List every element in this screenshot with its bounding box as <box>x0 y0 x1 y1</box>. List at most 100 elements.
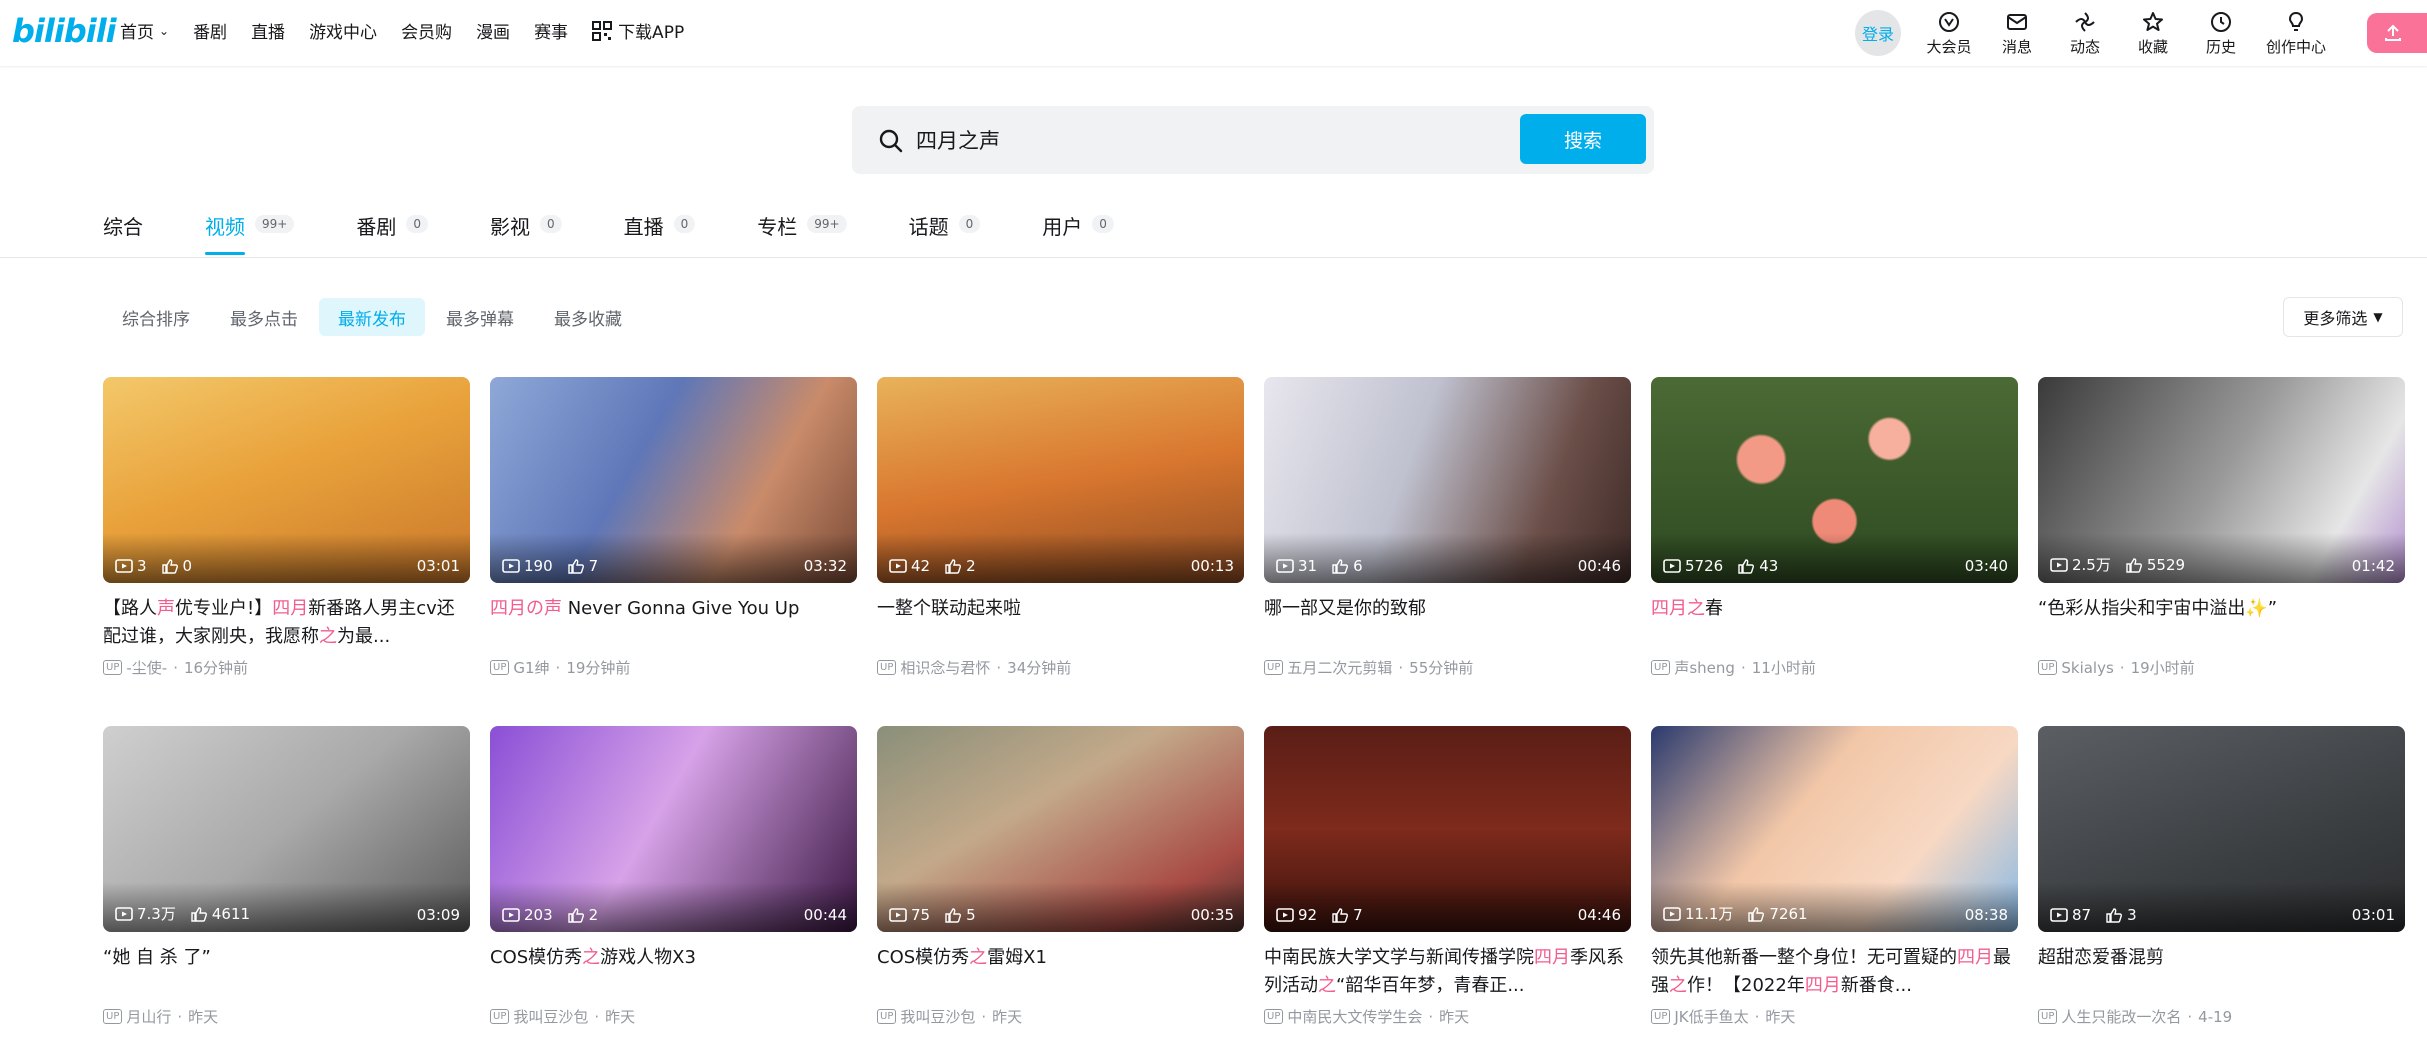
uploader-name[interactable]: Skialys <box>2061 659 2113 677</box>
nav-item-1[interactable]: 番剧 <box>193 18 227 43</box>
video-card[interactable]: 203 2 00:44 COS模仿秀之游戏人物X3 UP 我叫豆沙包 · 昨天 <box>490 726 857 1029</box>
video-title[interactable]: COS模仿秀之游戏人物X3 <box>490 944 857 1000</box>
tab-2[interactable]: 番剧 0 <box>356 205 428 255</box>
video-card[interactable]: 7.3万 4611 03:09 “她 自 杀 了” UP 月山行 · 昨天 <box>103 726 470 1029</box>
video-card[interactable]: 87 3 03:01 超甜恋爱番混剪 UP 人生只能改一次名 · 4-19 <box>2038 726 2405 1029</box>
tab-7[interactable]: 用户 0 <box>1042 205 1114 255</box>
nav-bulb[interactable]: 创作中心 <box>2255 10 2337 57</box>
upload-button[interactable] <box>2367 13 2427 53</box>
video-card[interactable]: 11.1万 7261 08:38 领先其他新番一整个身位！无可置疑的四月最强之作！【2… <box>1651 726 2018 1029</box>
keyword-highlight: 四月の声 <box>490 598 562 619</box>
tab-5[interactable]: 专栏 99+ <box>757 205 847 255</box>
like-count-value: 0 <box>182 557 193 575</box>
play-icon <box>502 908 520 922</box>
uploader-name[interactable]: 我叫豆沙包 <box>900 1006 975 1027</box>
up-badge-icon: UP <box>1651 1009 1671 1024</box>
uploader-name[interactable]: 月山行 <box>126 1006 171 1027</box>
nav-item-7[interactable]: 下载APP <box>592 18 684 43</box>
video-thumbnail[interactable]: 190 7 03:32 <box>490 377 857 583</box>
video-meta: UP 声sheng · 11小时前 <box>1651 657 2018 678</box>
uploader-name[interactable]: JK低手鱼太 <box>1674 1006 1748 1027</box>
video-thumbnail[interactable]: 5726 43 03:40 <box>1651 377 2018 583</box>
video-thumbnail[interactable]: 7.3万 4611 03:09 <box>103 726 470 932</box>
video-thumbnail[interactable]: 2.5万 5529 01:42 <box>2038 377 2405 583</box>
play-icon <box>1276 908 1294 922</box>
clock-icon <box>2211 11 2231 32</box>
nav-item-2[interactable]: 直播 <box>251 18 285 43</box>
sort-option-2[interactable]: 最新发布 <box>319 298 425 336</box>
search-input[interactable] <box>916 120 1416 160</box>
video-thumbnail[interactable]: 87 3 03:01 <box>2038 726 2405 932</box>
video-title[interactable]: COS模仿秀之雷姆X1 <box>877 944 1244 1000</box>
uploader-name[interactable]: -尘使- <box>126 657 167 678</box>
keyword-highlight: 之 <box>582 947 601 968</box>
video-title[interactable]: 四月之春 <box>1651 595 2018 651</box>
tab-6[interactable]: 话题 0 <box>909 205 981 255</box>
nav-star[interactable]: 收藏 <box>2119 10 2187 57</box>
tab-0[interactable]: 综合 <box>103 205 143 255</box>
video-card[interactable]: 2.5万 5529 01:42 “色彩从指尖和宇宙中溢出✨” UP Skialys · 19小… <box>2038 377 2405 680</box>
video-title[interactable]: 中南民族大学文学与新闻传播学院四月季风系列活动之“韶华百年梦，青春正... <box>1264 944 1631 1000</box>
video-card[interactable]: 3 0 03:01 【路人声优专业户!】四月新番路人男主cv还配过谁，大家刚央，我愿称… <box>103 377 470 680</box>
nav-item-5[interactable]: 漫画 <box>476 18 510 43</box>
video-card[interactable]: 31 6 00:46 哪一部又是你的致郁 UP 五月二次元剪辑 · 55分钟前 <box>1264 377 1631 680</box>
nav-item-0[interactable]: 首页 ⌄ <box>120 18 169 43</box>
uploader-name[interactable]: 五月二次元剪辑 <box>1287 657 1392 678</box>
nav-mail[interactable]: 消息 <box>1983 10 2051 57</box>
nav-item-6[interactable]: 赛事 <box>534 18 568 43</box>
nav-clock[interactable]: 历史 <box>2187 10 2255 57</box>
video-title[interactable]: 领先其他新番一整个身位！无可置疑的四月最强之作！【2022年四月新番食... <box>1651 944 2018 1000</box>
sort-option-0[interactable]: 综合排序 <box>103 298 209 336</box>
separator-dot: · <box>2119 658 2125 677</box>
uploader-name[interactable]: 相识念与君怀 <box>900 657 990 678</box>
video-title[interactable]: 四月の声 Never Gonna Give You Up <box>490 595 857 651</box>
video-thumbnail[interactable]: 75 5 00:35 <box>877 726 1244 932</box>
video-card[interactable]: 190 7 03:32 四月の声 Never Gonna Give You Up UP G… <box>490 377 857 680</box>
video-title[interactable]: 超甜恋爱番混剪 <box>2038 944 2405 1000</box>
sort-option-4[interactable]: 最多收藏 <box>535 298 641 336</box>
video-title[interactable]: “色彩从指尖和宇宙中溢出✨” <box>2038 595 2405 651</box>
uploader-name[interactable]: 我叫豆沙包 <box>513 1006 588 1027</box>
nav-item-3[interactable]: 游戏中心 <box>309 18 377 43</box>
nav-dynamic[interactable]: 动态 <box>2051 10 2119 57</box>
video-thumbnail[interactable]: 42 2 00:13 <box>877 377 1244 583</box>
video-card[interactable]: 42 2 00:13 一整个联动起来啦 UP 相识念与君怀 · 34分钟前 <box>877 377 1244 680</box>
video-thumbnail[interactable]: 31 6 00:46 <box>1264 377 1631 583</box>
video-duration: 03:40 <box>1964 557 2008 575</box>
play-icon <box>502 559 520 573</box>
uploader-name[interactable]: 人生只能改一次名 <box>2061 1006 2181 1027</box>
video-title[interactable]: “她 自 杀 了” <box>103 944 470 1000</box>
tab-1[interactable]: 视频 99+ <box>205 205 295 255</box>
video-stats: 2.5万 5529 <box>2050 554 2199 575</box>
search-button[interactable]: 搜索 <box>1520 114 1646 164</box>
view-count-value: 190 <box>524 557 553 575</box>
video-thumbnail[interactable]: 11.1万 7261 08:38 <box>1651 726 2018 932</box>
bilibili-logo[interactable]: bilibili <box>12 12 117 50</box>
tab-count-badge: 0 <box>673 215 696 233</box>
uploader-name[interactable]: 声sheng <box>1674 657 1735 678</box>
uploader-name[interactable]: G1绅 <box>513 657 549 678</box>
video-title[interactable]: 哪一部又是你的致郁 <box>1264 595 1631 651</box>
video-card[interactable]: 92 7 04:46 中南民族大学文学与新闻传播学院四月季风系列活动之“韶华百年梦，青… <box>1264 726 1631 1029</box>
video-card[interactable]: 5726 43 03:40 四月之春 UP 声sheng · 11小时前 <box>1651 377 2018 680</box>
publish-time: 34分钟前 <box>1007 659 1072 677</box>
nav-item-4[interactable]: 会员购 <box>401 18 452 43</box>
separator-dot: · <box>173 658 178 677</box>
video-card[interactable]: 75 5 00:35 COS模仿秀之雷姆X1 UP 我叫豆沙包 · 昨天 <box>877 726 1244 1029</box>
video-meta: UP JK低手鱼太 · 昨天 <box>1651 1006 2018 1027</box>
sort-option-1[interactable]: 最多点击 <box>211 298 317 336</box>
video-thumbnail[interactable]: 3 0 03:01 <box>103 377 470 583</box>
video-duration: 00:35 <box>1190 906 1234 924</box>
video-thumbnail[interactable]: 92 7 04:46 <box>1264 726 1631 932</box>
video-thumbnail[interactable]: 203 2 00:44 <box>490 726 857 932</box>
tab-4[interactable]: 直播 0 <box>624 205 696 255</box>
uploader-name[interactable]: 中南民大文传学生会 <box>1287 1006 1422 1027</box>
sort-option-3[interactable]: 最多弹幕 <box>427 298 533 336</box>
publish-time: 昨天 <box>1439 1008 1470 1026</box>
more-filter-button[interactable]: 更多筛选 ▼ <box>2283 297 2403 337</box>
video-title[interactable]: 【路人声优专业户!】四月新番路人男主cv还配过谁，大家刚央，我愿称之为最... <box>103 595 470 651</box>
nav-vip[interactable]: 大会员 <box>1915 10 1983 57</box>
tab-3[interactable]: 影视 0 <box>490 205 562 255</box>
video-title[interactable]: 一整个联动起来啦 <box>877 595 1244 651</box>
login-button[interactable]: 登录 <box>1855 10 1901 56</box>
